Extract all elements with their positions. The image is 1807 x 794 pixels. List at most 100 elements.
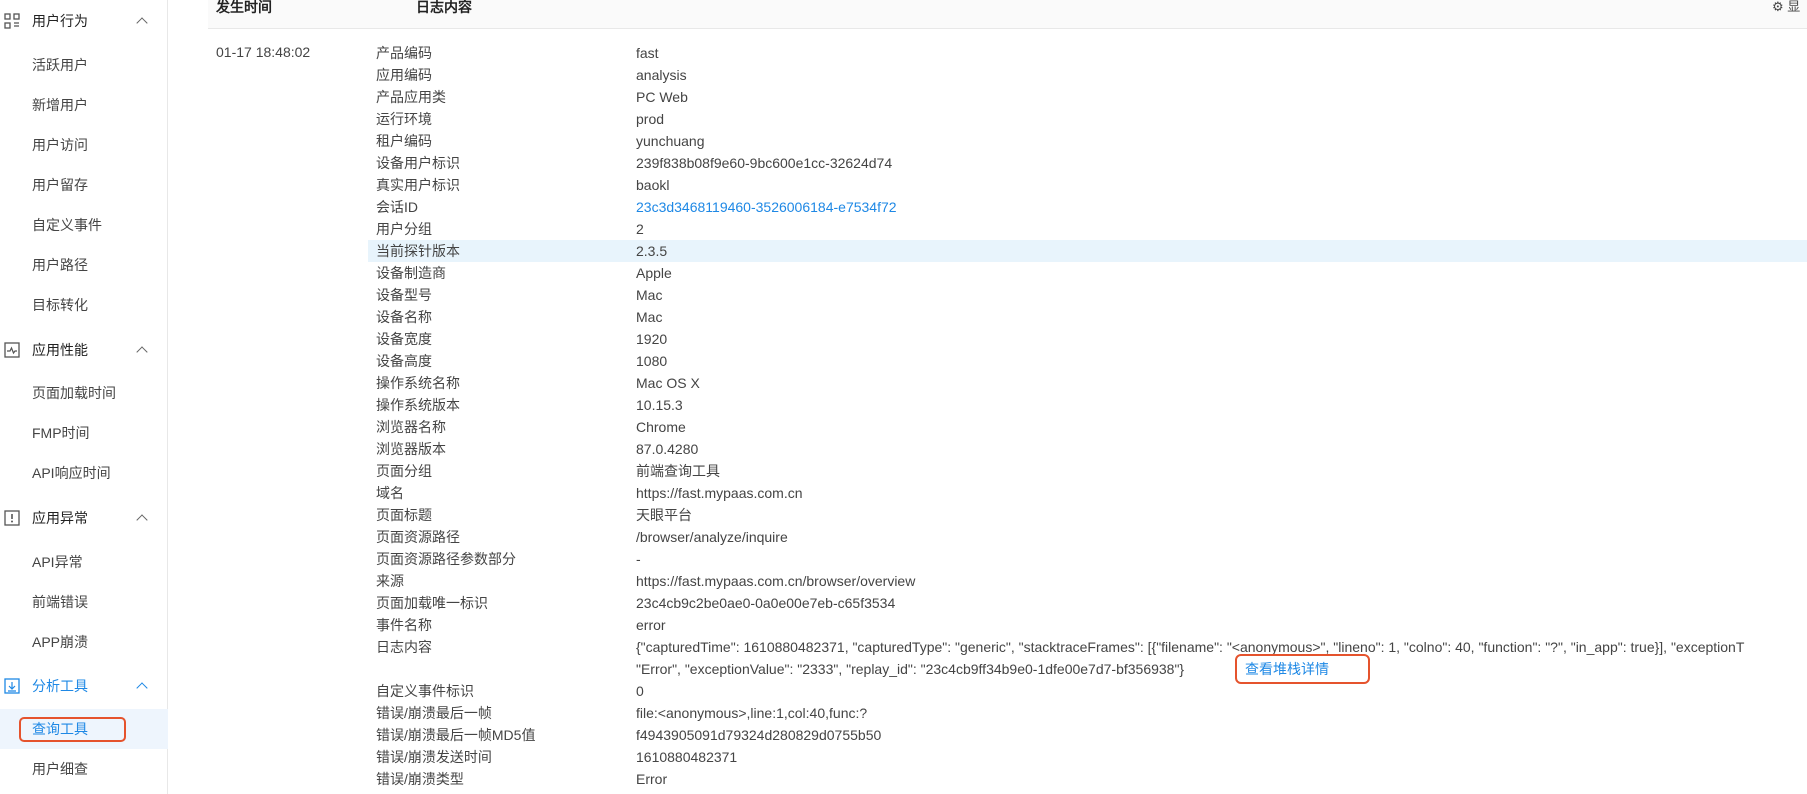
log-field-value: 0 bbox=[636, 683, 644, 699]
chevron-up-icon bbox=[136, 17, 148, 29]
log-row: 页面加载唯一标识 23c4cb9c2be0ae0-0a0e00e7eb-c65f3… bbox=[368, 592, 1807, 614]
display-settings-button[interactable]: ⚙ 显 bbox=[1772, 0, 1800, 14]
nav-page-load-time[interactable]: 页面加载时间 bbox=[32, 382, 116, 404]
log-content-line-1: {"capturedTime": 1610880482371, "capture… bbox=[636, 639, 1745, 655]
session-id-link[interactable]: 23c3d3468119460-3526006184-e7534f72 bbox=[636, 196, 897, 218]
nav-new-users[interactable]: 新增用户 bbox=[32, 94, 88, 116]
log-field-value: - bbox=[636, 551, 641, 567]
log-row: 页面标题 天眼平台 bbox=[368, 504, 1807, 526]
gear-icon: ⚙ bbox=[1772, 0, 1784, 14]
log-row: 租户编码 yunchuang bbox=[368, 130, 1807, 152]
log-row: 域名 https://fast.mypaas.com.cn bbox=[368, 482, 1807, 504]
group-label: 用户行为 bbox=[32, 13, 88, 29]
log-field-value: Chrome bbox=[636, 419, 686, 435]
log-field-name: 设备制造商 bbox=[376, 265, 446, 281]
log-row: 产品编码 fast bbox=[368, 42, 1807, 64]
log-field-name: 页面分组 bbox=[376, 463, 432, 479]
nav-custom-events[interactable]: 自定义事件 bbox=[32, 214, 102, 236]
nav-api-exceptions[interactable]: API异常 bbox=[32, 551, 83, 573]
log-field-name: 来源 bbox=[376, 573, 404, 589]
log-row: 浏览器名称 Chrome bbox=[368, 416, 1807, 438]
nav-fmp-time[interactable]: FMP时间 bbox=[32, 422, 90, 444]
log-row: 设备用户标识 239f838b08f9e60-9bc600e1cc-32624d7… bbox=[368, 152, 1807, 174]
log-row: 产品应用类 PC Web bbox=[368, 86, 1807, 108]
log-field-value: 天眼平台 bbox=[636, 507, 692, 523]
log-field-name: 域名 bbox=[376, 485, 404, 501]
log-field-name: 应用编码 bbox=[376, 67, 432, 83]
group-label: 应用性能 bbox=[32, 342, 88, 358]
nav-goal-conversion[interactable]: 目标转化 bbox=[32, 294, 88, 316]
sidebar: 用户行为 活跃用户 新增用户 用户访问 用户留存 自定义事件 用户路径 目标转化… bbox=[0, 0, 168, 794]
log-field-name: 当前探针版本 bbox=[376, 243, 460, 259]
log-field-name: 页面资源路径参数部分 bbox=[376, 551, 516, 567]
column-header-time: 发生时间 bbox=[216, 0, 272, 15]
log-row: 设备名称 Mac bbox=[368, 306, 1807, 328]
group-app-exceptions[interactable]: 应用异常 bbox=[0, 503, 168, 533]
log-field-value: 前端查询工具 bbox=[636, 463, 720, 479]
log-field-value: error bbox=[636, 617, 666, 633]
log-row: 页面资源路径参数部分 - bbox=[368, 548, 1807, 570]
nav-user-path[interactable]: 用户路径 bbox=[32, 254, 88, 276]
log-field-name: 页面资源路径 bbox=[376, 529, 460, 545]
log-content-value: {"capturedTime": 1610880482371, "capture… bbox=[636, 636, 1807, 680]
chevron-up-icon bbox=[136, 346, 148, 358]
group-analysis-tools[interactable]: 分析工具 bbox=[0, 671, 168, 701]
nav-user-retention[interactable]: 用户留存 bbox=[32, 174, 88, 196]
log-field-value: 1920 bbox=[636, 331, 668, 347]
log-field-value: Mac bbox=[636, 309, 663, 325]
nav-user-visits[interactable]: 用户访问 bbox=[32, 134, 88, 156]
log-row: 页面资源路径/browser/analyze/inquire bbox=[368, 526, 1807, 548]
log-content-line-2: "Error", "exceptionValue": "2333", "repl… bbox=[636, 661, 1185, 677]
nav-active-users[interactable]: 活跃用户 bbox=[32, 54, 88, 76]
log-row: 操作系统版本 10.15.3 bbox=[368, 394, 1807, 416]
group-user-behavior[interactable]: 用户行为 bbox=[0, 6, 168, 36]
log-field-value: 10.15.3 bbox=[636, 397, 683, 413]
group-label: 分析工具 bbox=[32, 678, 88, 694]
group-app-performance[interactable]: 应用性能 bbox=[0, 335, 168, 365]
column-header-log-content: 日志内容 bbox=[416, 0, 472, 15]
log-row: 会话ID 23c3d3468119460-3526006184-e7534f72 bbox=[368, 196, 1807, 218]
log-field-value: Error bbox=[636, 771, 668, 787]
download-box-icon bbox=[4, 678, 20, 694]
log-field-name: 真实用户标识 bbox=[376, 177, 460, 193]
log-field-value: https://fast.mypaas.com.cn/browser/overv… bbox=[636, 573, 916, 589]
log-field-name: 自定义事件标识 bbox=[376, 683, 474, 699]
chevron-up-icon bbox=[136, 682, 148, 694]
log-field-name: 设备用户标识 bbox=[376, 155, 460, 171]
log-field-value: analysis bbox=[636, 67, 687, 83]
log-field-value: 1080 bbox=[636, 353, 668, 369]
log-field-name: 日志内容 bbox=[376, 639, 432, 655]
log-field-value: Mac bbox=[636, 287, 663, 303]
log-field-value: 23c4cb9c2be0ae0-0a0e00e7eb-c65f3534 bbox=[636, 595, 896, 611]
nav-frontend-errors[interactable]: 前端错误 bbox=[32, 591, 88, 613]
log-field-name: 事件名称 bbox=[376, 617, 432, 633]
log-field-value: Apple bbox=[636, 265, 672, 281]
log-row: 用户分组 2 bbox=[368, 218, 1807, 240]
log-field-name: 页面标题 bbox=[376, 507, 432, 523]
log-row: 错误/崩溃最后一帧MD5值 f4943905091d79324d280829d07… bbox=[368, 724, 1807, 746]
nav-app-crashes[interactable]: APP崩溃 bbox=[32, 631, 88, 653]
log-field-value: /browser/analyze/inquire bbox=[636, 529, 788, 545]
nav-user-detail[interactable]: 用户细查 bbox=[32, 758, 88, 780]
log-field-name: 运行环境 bbox=[376, 111, 432, 127]
chevron-up-icon bbox=[136, 514, 148, 526]
log-row: 来源 https://fast.mypaas.com.cn/browser/ove… bbox=[368, 570, 1807, 592]
log-field-name: 操作系统版本 bbox=[376, 397, 460, 413]
log-field-value: f4943905091d79324d280829d0755b50 bbox=[636, 727, 882, 743]
log-row: 错误/崩溃最后一帧 file:<anonymous>,line:1,col:40,… bbox=[368, 702, 1807, 724]
log-field-value: prod bbox=[636, 111, 665, 127]
log-field-value: baokl bbox=[636, 177, 670, 193]
nav-api-response-time[interactable]: API响应时间 bbox=[32, 462, 111, 484]
log-field-value: file:<anonymous>,line:1,col:40,func:? bbox=[636, 705, 868, 721]
log-row: 设备高度 1080 bbox=[368, 350, 1807, 372]
log-field-value: PC Web bbox=[636, 89, 688, 105]
log-row: 自定义事件标识 0 bbox=[368, 680, 1807, 702]
log-field-name: 设备型号 bbox=[376, 287, 432, 303]
table-header: 发生时间 日志内容 ⚙ 显 bbox=[208, 0, 1807, 29]
log-field-value: 2 bbox=[636, 221, 644, 237]
log-field-value: yunchuang bbox=[636, 133, 705, 149]
log-row: 运行环境 prod bbox=[368, 108, 1807, 130]
log-row: 操作系统名称 Mac OS X bbox=[368, 372, 1807, 394]
grid-icon bbox=[4, 13, 20, 29]
log-field-name: 错误/崩溃最后一帧MD5值 bbox=[376, 727, 536, 743]
